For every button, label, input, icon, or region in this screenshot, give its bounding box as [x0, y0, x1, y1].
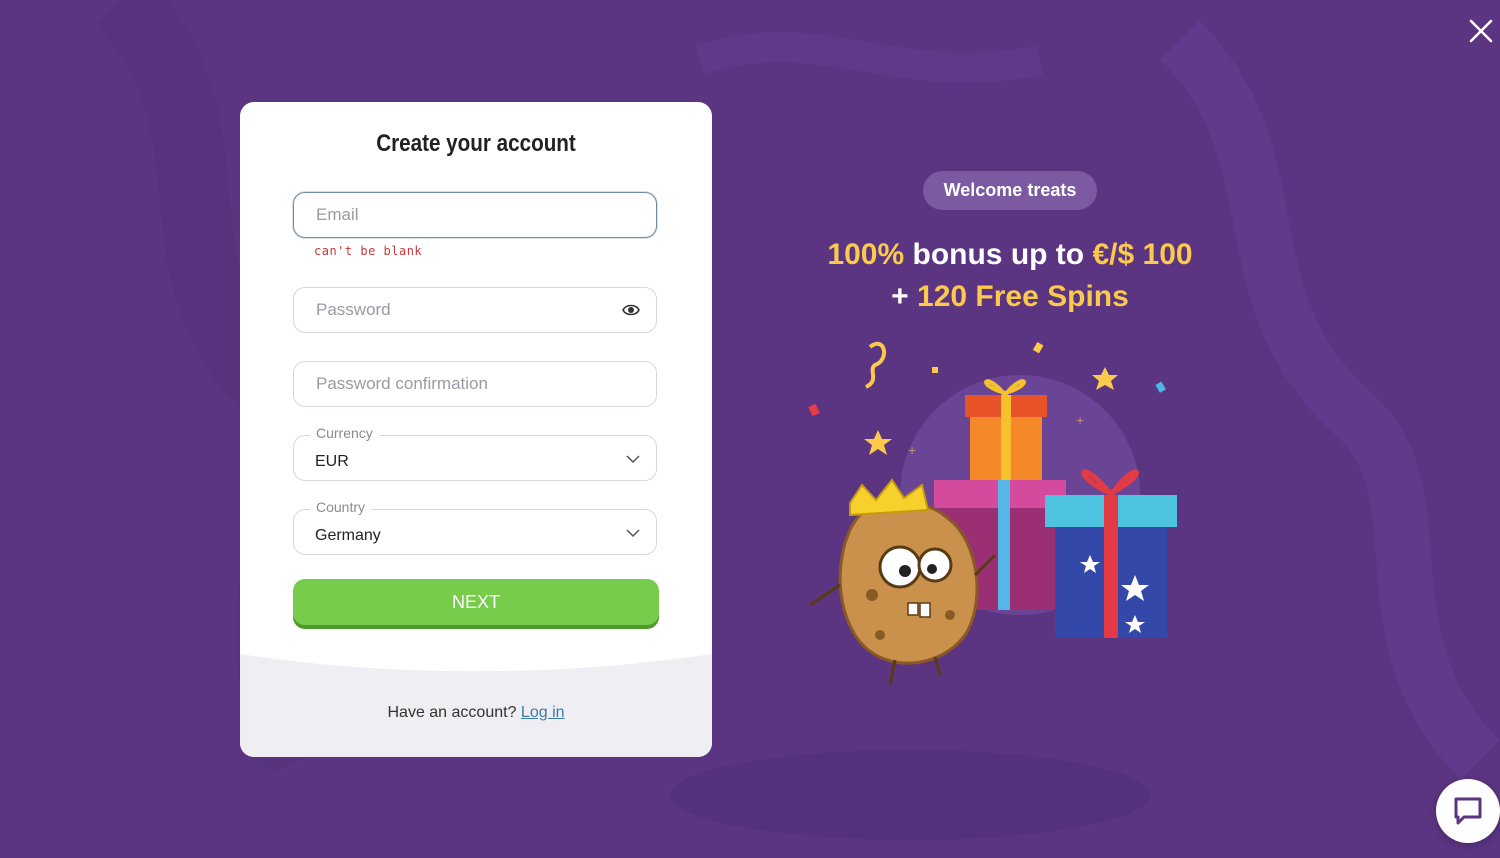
password-field-wrapper: [293, 287, 657, 333]
login-prompt: Have an account? Log in: [240, 704, 712, 722]
country-select[interactable]: Country Germany: [293, 499, 657, 555]
currency-label: Currency: [310, 425, 379, 441]
promo-plus: +: [891, 280, 909, 313]
promo-bonus-text: bonus up to: [912, 238, 1085, 271]
promo-percent: 100%: [827, 238, 905, 271]
close-button[interactable]: [1462, 12, 1500, 50]
welcome-badge: Welcome treats: [923, 171, 1097, 210]
promo-headline-line2: + 120 Free Spins: [760, 280, 1260, 314]
gift-cookie-illustration: + +: [808, 342, 1177, 686]
chevron-down-icon: [626, 529, 640, 538]
country-label: Country: [310, 499, 372, 515]
login-prompt-text: Have an account?: [387, 704, 517, 721]
chevron-down-icon: [626, 455, 640, 464]
email-field[interactable]: [294, 193, 656, 237]
password-confirmation-field[interactable]: [294, 362, 656, 406]
next-button[interactable]: NEXT: [293, 579, 659, 625]
signup-card: Create your account can't be blank Curre…: [240, 102, 712, 757]
page-title: Create your account: [376, 130, 576, 157]
currency-select[interactable]: Currency EUR: [293, 425, 657, 481]
promo-free-spins: 120 Free Spins: [917, 280, 1129, 313]
currency-value: EUR: [315, 453, 349, 470]
chat-icon: [1454, 797, 1482, 825]
promo-headline-line1: 100% bonus up to €/$ 100: [760, 238, 1260, 272]
background-decoration: [94, 0, 1500, 840]
eye-icon[interactable]: [622, 302, 640, 318]
password-confirmation-field-wrapper: [293, 361, 657, 407]
card-footer-background: [240, 654, 712, 757]
close-icon: [1469, 19, 1493, 43]
email-error: can't be blank: [314, 244, 423, 258]
promo-amount: €/$ 100: [1092, 238, 1193, 271]
login-link[interactable]: Log in: [521, 704, 565, 721]
password-field[interactable]: [294, 288, 656, 332]
email-field-wrapper: [293, 192, 657, 238]
country-value: Germany: [315, 527, 381, 544]
chat-button[interactable]: [1436, 779, 1500, 843]
